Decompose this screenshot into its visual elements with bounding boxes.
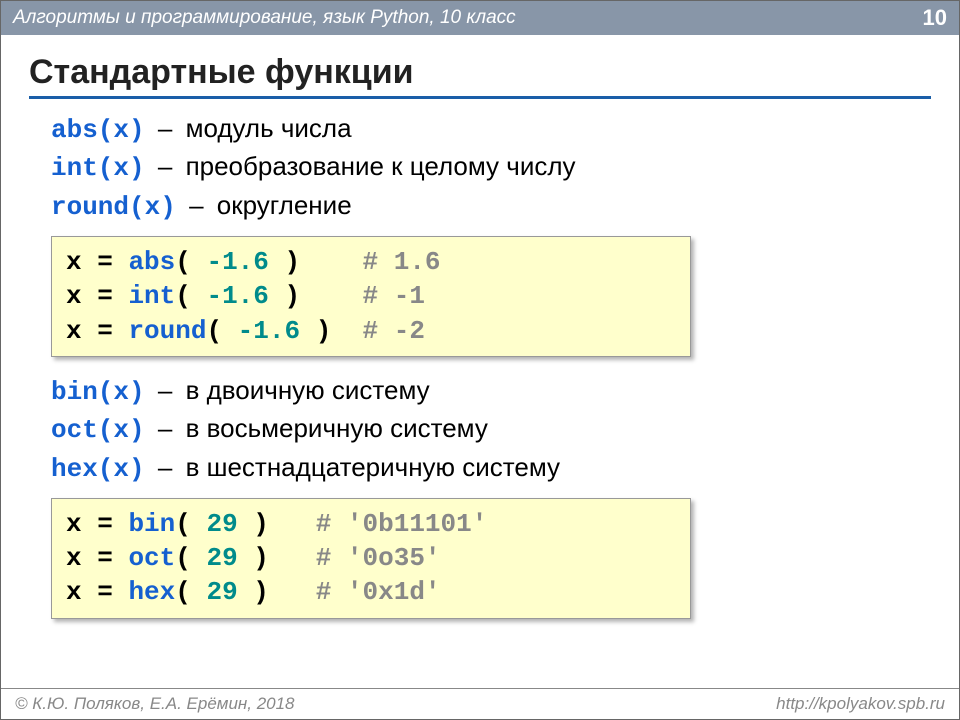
fn-desc: модуль числа xyxy=(186,113,352,143)
fn-name: bin(x) xyxy=(51,377,145,407)
slide-title: Стандартные функции xyxy=(29,53,931,99)
fn-name: hex(x) xyxy=(51,454,145,484)
code-line: x = int( -1.6 ) # -1 xyxy=(66,279,676,313)
fn-name: int(x) xyxy=(51,153,145,183)
slide-header: Алгоритмы и программирование, язык Pytho… xyxy=(1,1,959,35)
fn-desc: преобразование к целому числу xyxy=(186,151,576,181)
dash-icon: – xyxy=(158,375,172,405)
definition-row: int(x) – преобразование к целому числу xyxy=(51,149,939,185)
fn-name: abs(x) xyxy=(51,115,145,145)
code-line: x = bin( 29 ) # '0b11101' xyxy=(66,507,676,541)
code-block-2: x = bin( 29 ) # '0b11101' x = oct( 29 ) … xyxy=(51,498,691,619)
dash-icon: – xyxy=(189,190,203,220)
code-line: x = hex( 29 ) # '0x1d' xyxy=(66,575,676,609)
fn-desc: в двоичную систему xyxy=(186,375,430,405)
dash-icon: – xyxy=(158,151,172,181)
slide-footer: © К.Ю. Поляков, Е.А. Ерёмин, 2018 http:/… xyxy=(1,688,959,719)
definition-row: bin(x) – в двоичную систему xyxy=(51,373,939,409)
dash-icon: – xyxy=(158,413,172,443)
code-line: x = abs( -1.6 ) # 1.6 xyxy=(66,245,676,279)
fn-name: oct(x) xyxy=(51,415,145,445)
fn-desc: в шестнадцатеричную систему xyxy=(186,452,561,482)
copyright-text: © К.Ю. Поляков, Е.А. Ерёмин, 2018 xyxy=(15,694,295,714)
course-title: Алгоритмы и программирование, язык Pytho… xyxy=(13,7,516,29)
definition-row: abs(x) – модуль числа xyxy=(51,111,939,147)
code-block-1: x = abs( -1.6 ) # 1.6 x = int( -1.6 ) # … xyxy=(51,236,691,357)
code-line: x = oct( 29 ) # '0o35' xyxy=(66,541,676,575)
definitions-block-1: abs(x) – модуль числа int(x) – преобразо… xyxy=(51,111,939,224)
dash-icon: – xyxy=(158,113,172,143)
definition-row: hex(x) – в шестнадцатеричную систему xyxy=(51,450,939,486)
dash-icon: – xyxy=(158,452,172,482)
fn-desc: округление xyxy=(217,190,352,220)
slide-content: abs(x) – модуль числа int(x) – преобразо… xyxy=(1,105,959,633)
footer-url: http://kpolyakov.spb.ru xyxy=(776,694,945,714)
definition-row: oct(x) – в восьмеричную систему xyxy=(51,411,939,447)
fn-name: round(x) xyxy=(51,192,176,222)
definition-row: round(x) – округление xyxy=(51,188,939,224)
definitions-block-2: bin(x) – в двоичную систему oct(x) – в в… xyxy=(51,373,939,486)
code-line: x = round( -1.6 ) # -2 xyxy=(66,314,676,348)
page-number: 10 xyxy=(923,5,947,31)
fn-desc: в восьмеричную систему xyxy=(186,413,488,443)
